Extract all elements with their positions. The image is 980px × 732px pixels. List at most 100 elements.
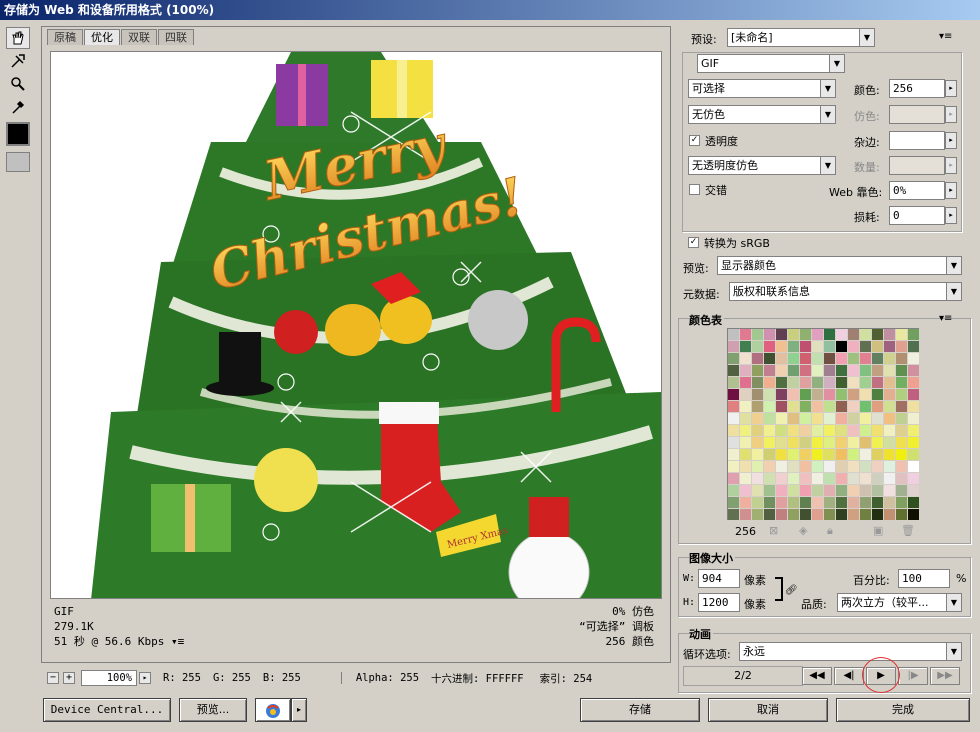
matte-swatch[interactable] — [889, 131, 945, 150]
color-swatch[interactable] — [776, 449, 788, 461]
color-swatch[interactable] — [848, 389, 860, 401]
color-swatch[interactable] — [884, 449, 896, 461]
file-format-select[interactable]: GIF ▼ — [697, 54, 845, 73]
preview-button[interactable]: 预览... — [179, 698, 247, 722]
color-swatch[interactable] — [800, 497, 812, 509]
interlaced-checkbox[interactable] — [689, 184, 700, 195]
color-swatch[interactable] — [776, 389, 788, 401]
color-swatch[interactable] — [776, 401, 788, 413]
color-swatch[interactable] — [908, 341, 920, 353]
color-swatch[interactable] — [800, 425, 812, 437]
color-swatch[interactable] — [812, 365, 824, 377]
color-swatch[interactable] — [872, 437, 884, 449]
color-swatch[interactable] — [800, 509, 812, 521]
color-swatch[interactable] — [776, 341, 788, 353]
color-swatch[interactable] — [800, 485, 812, 497]
color-swatch[interactable] — [812, 461, 824, 473]
color-swatch[interactable] — [812, 401, 824, 413]
link-icon[interactable]: 🔗︎ — [785, 585, 798, 596]
color-swatch[interactable] — [896, 341, 908, 353]
color-swatch[interactable] — [824, 329, 836, 341]
color-swatch[interactable] — [764, 437, 776, 449]
color-swatch[interactable] — [740, 473, 752, 485]
color-swatch[interactable] — [728, 329, 740, 341]
color-swatch[interactable] — [776, 413, 788, 425]
color-swatch[interactable] — [764, 425, 776, 437]
color-swatch[interactable] — [872, 449, 884, 461]
color-swatch[interactable] — [908, 413, 920, 425]
color-swatch[interactable] — [812, 329, 824, 341]
browser-menu-arrow[interactable]: ▸ — [291, 698, 307, 722]
trash-icon[interactable]: 🗑︎ — [901, 524, 915, 537]
color-swatch[interactable] — [800, 413, 812, 425]
color-swatch[interactable] — [740, 365, 752, 377]
color-swatch[interactable] — [908, 461, 920, 473]
color-swatch[interactable] — [764, 413, 776, 425]
color-swatch[interactable] — [800, 461, 812, 473]
zoom-tool[interactable] — [6, 73, 30, 95]
color-swatch[interactable] — [788, 377, 800, 389]
matte-arrow[interactable]: ▸ — [945, 132, 957, 149]
color-swatch[interactable] — [788, 389, 800, 401]
transparency-dither-select[interactable]: 无透明度仿色 ▼ — [688, 156, 836, 175]
color-swatch[interactable] — [764, 329, 776, 341]
color-swatch[interactable] — [896, 353, 908, 365]
color-swatch[interactable] — [824, 437, 836, 449]
color-swatch[interactable] — [872, 509, 884, 521]
color-swatch[interactable] — [752, 473, 764, 485]
color-swatch[interactable] — [800, 401, 812, 413]
color-swatch[interactable] — [908, 329, 920, 341]
color-swatch[interactable] — [812, 485, 824, 497]
color-swatch[interactable] — [872, 389, 884, 401]
color-swatch[interactable] — [764, 389, 776, 401]
color-swatch[interactable] — [812, 497, 824, 509]
color-swatch[interactable] — [860, 401, 872, 413]
color-swatch[interactable] — [860, 425, 872, 437]
color-swatch[interactable] — [908, 473, 920, 485]
color-swatch[interactable] — [752, 413, 764, 425]
tab-optimized[interactable]: 优化 — [84, 29, 120, 45]
color-swatch[interactable] — [848, 329, 860, 341]
color-swatch[interactable] — [776, 377, 788, 389]
color-swatch[interactable] — [848, 341, 860, 353]
color-swatch[interactable] — [884, 329, 896, 341]
color-swatch[interactable] — [728, 341, 740, 353]
web-snap-field[interactable]: 0% — [889, 181, 945, 200]
color-swatch[interactable] — [848, 425, 860, 437]
color-swatch[interactable] — [824, 485, 836, 497]
color-swatch[interactable] — [872, 401, 884, 413]
color-swatch[interactable] — [836, 509, 848, 521]
color-swatch[interactable] — [752, 497, 764, 509]
color-swatch[interactable] — [872, 485, 884, 497]
color-swatch[interactable] — [872, 341, 884, 353]
color-swatch[interactable] — [884, 473, 896, 485]
color-swatch[interactable] — [776, 473, 788, 485]
color-swatch[interactable] — [728, 413, 740, 425]
device-central-button[interactable]: Device Central... — [43, 698, 171, 722]
color-swatch[interactable] — [908, 509, 920, 521]
color-swatch[interactable] — [764, 377, 776, 389]
color-swatch[interactable] — [812, 425, 824, 437]
lock-color-icon[interactable]: 🔒︎ — [827, 524, 833, 538]
color-swatch[interactable] — [776, 425, 788, 437]
color-swatch[interactable] — [836, 365, 848, 377]
color-swatch[interactable] — [752, 449, 764, 461]
color-swatch[interactable] — [764, 485, 776, 497]
color-swatch[interactable] — [848, 461, 860, 473]
color-swatch[interactable] — [824, 425, 836, 437]
color-swatch[interactable] — [908, 485, 920, 497]
color-swatch[interactable] — [812, 353, 824, 365]
color-swatch[interactable] — [752, 425, 764, 437]
color-swatch[interactable] — [740, 485, 752, 497]
color-swatch[interactable] — [752, 401, 764, 413]
color-swatch[interactable] — [800, 341, 812, 353]
color-swatch[interactable] — [908, 377, 920, 389]
color-swatch[interactable] — [728, 365, 740, 377]
color-swatch[interactable] — [740, 353, 752, 365]
colors-field[interactable]: 256 — [889, 79, 945, 98]
toggle-slice-visibility-button[interactable] — [6, 152, 30, 172]
color-swatch[interactable] — [764, 497, 776, 509]
color-swatch[interactable] — [764, 473, 776, 485]
color-swatch[interactable] — [788, 329, 800, 341]
color-swatch[interactable] — [776, 437, 788, 449]
